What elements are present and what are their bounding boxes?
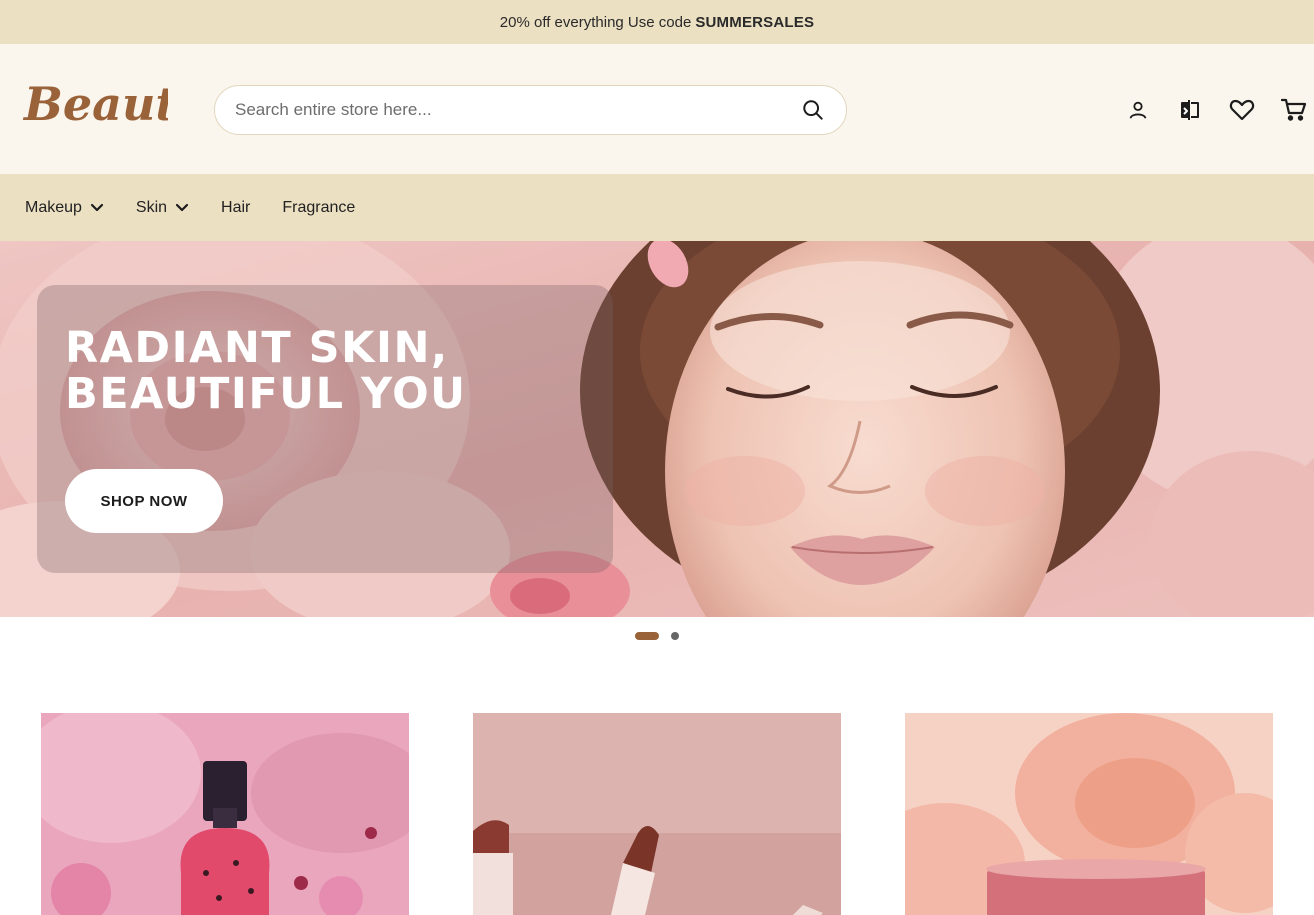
product-image-serum	[41, 713, 409, 915]
hero-banner: RADIANT SKIN, BEAUTIFUL YOU SHOP NOW	[0, 241, 1314, 617]
promo-code: SUMMERSALES	[695, 13, 815, 31]
category-card-1[interactable]	[41, 713, 409, 915]
search-input[interactable]	[235, 100, 800, 120]
hero-overlay-panel: RADIANT SKIN, BEAUTIFUL YOU SHOP NOW	[37, 285, 613, 573]
chevron-down-icon	[175, 203, 189, 213]
svg-text:Beauty: Beauty	[22, 77, 168, 131]
search-bar	[214, 85, 847, 135]
carousel-dot[interactable]	[671, 632, 679, 640]
nav-item-label: Makeup	[25, 198, 82, 216]
carousel-dot-active[interactable]	[635, 632, 659, 640]
brand-logo[interactable]: Beauty	[22, 72, 207, 144]
nav-item-label: Fragrance	[282, 198, 356, 216]
promo-bar: 20% off everything Use code SUMMERSALES	[0, 0, 1314, 44]
main-nav: Makeup Skin Hair Fragrance	[0, 174, 1314, 241]
category-cards	[41, 713, 1273, 915]
compare-icon[interactable]	[1164, 96, 1216, 124]
shop-now-button[interactable]: SHOP NOW	[65, 469, 223, 533]
chevron-down-icon	[90, 203, 104, 213]
nav-item-makeup[interactable]: Makeup	[25, 199, 104, 217]
nav-item-label: Hair	[221, 198, 251, 216]
site-header: Beauty	[0, 44, 1314, 174]
category-card-2[interactable]	[473, 713, 841, 915]
search-icon[interactable]	[800, 97, 826, 123]
category-card-3[interactable]	[905, 713, 1273, 915]
nav-item-skin[interactable]: Skin	[136, 199, 189, 217]
hero-title-line2: BEAUTIFUL YOU	[65, 369, 467, 419]
nav-item-label: Skin	[135, 198, 168, 216]
cart-icon[interactable]	[1268, 96, 1314, 124]
promo-text: 20% off everything Use code	[499, 13, 692, 31]
product-image-lipstick	[473, 713, 841, 915]
carousel-indicators	[0, 632, 1314, 640]
nav-item-hair[interactable]: Hair	[221, 199, 250, 217]
nav-item-fragrance[interactable]: Fragrance	[282, 199, 355, 217]
header-actions	[1112, 96, 1314, 124]
hero-title-line1: RADIANT SKIN,	[65, 323, 449, 373]
wishlist-icon[interactable]	[1216, 96, 1268, 124]
account-icon[interactable]	[1112, 96, 1164, 124]
hero-title: RADIANT SKIN, BEAUTIFUL YOU	[65, 325, 467, 417]
product-image-cream	[905, 713, 1273, 915]
